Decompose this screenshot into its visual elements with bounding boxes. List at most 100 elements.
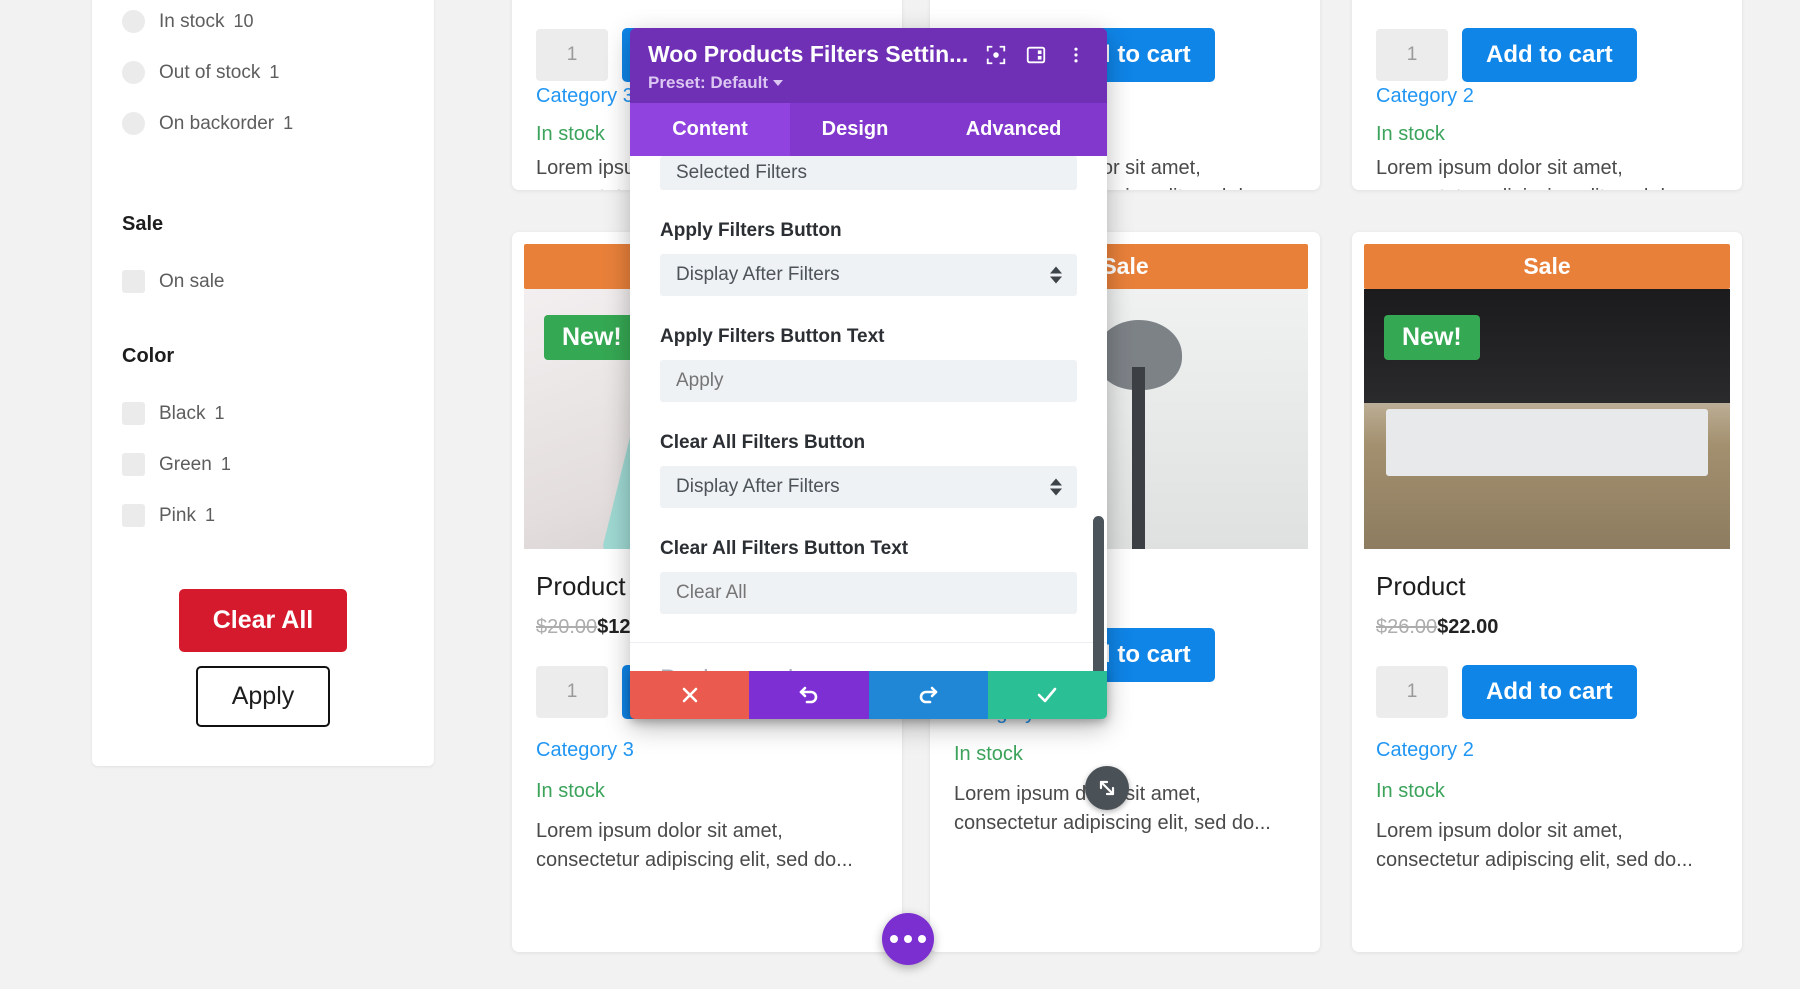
preset-selector[interactable]: Preset: Default <box>648 73 1089 93</box>
product-title: Product <box>1376 571 1466 601</box>
filter-option-count: 10 <box>233 11 254 31</box>
quantity-input[interactable] <box>1376 29 1448 81</box>
woo-products-filters-settings-modal[interactable]: Woo Products Filters Settin... Preset: D… <box>630 28 1107 719</box>
selected-filters-field[interactable]: Selected Filters <box>660 156 1077 190</box>
price-original: $20.00 <box>536 616 598 638</box>
tab-content[interactable]: Content <box>630 103 790 156</box>
field-label: Apply Filters Button <box>660 220 842 241</box>
apply-filters-button-text-input[interactable] <box>660 360 1077 402</box>
new-badge: New! <box>544 315 640 360</box>
checkbox-icon[interactable] <box>122 453 145 476</box>
layout-panel-icon[interactable] <box>1023 42 1049 68</box>
filter-option-label: On sale <box>159 270 225 292</box>
select-arrows-icon <box>1050 266 1062 284</box>
clear-all-button[interactable]: Clear All <box>178 589 348 652</box>
checkbox-icon[interactable] <box>122 402 145 425</box>
filter-option-on-backorder[interactable]: On backorder 1 <box>122 112 434 135</box>
check-icon <box>1038 687 1057 703</box>
field-label: Clear All Filters Button <box>660 432 866 453</box>
filter-option-label: On backorder <box>159 112 275 134</box>
filter-option-out-of-stock[interactable]: Out of stock 1 <box>122 61 434 84</box>
resize-handle-icon[interactable] <box>1085 766 1129 810</box>
filter-option-pink[interactable]: Pink 1 <box>122 504 434 527</box>
product-category-link[interactable]: Category 2 <box>1352 85 1498 108</box>
quantity-input[interactable] <box>536 29 608 81</box>
chevron-down-icon <box>772 80 783 86</box>
filter-option-count: 1 <box>204 505 215 525</box>
redo-button[interactable] <box>868 671 988 719</box>
focus-target-icon[interactable] <box>983 42 1009 68</box>
filter-option-label: Green <box>159 453 212 475</box>
product-category-link[interactable]: Category 3 <box>512 739 902 762</box>
color-filter-group: Color Black 1 Green 1 Pink 1 <box>92 345 434 527</box>
new-badge: New! <box>1384 315 1480 360</box>
undo-button[interactable] <box>749 671 869 719</box>
modal-tabbar: Content Design Advanced <box>630 103 1107 156</box>
select-value: Display After Filters <box>676 264 840 285</box>
filters-sidebar: In stock 10 Out of stock 1 On backorder … <box>92 0 434 766</box>
filter-option-label: Black <box>159 402 206 424</box>
filter-option-label: Pink <box>159 504 196 526</box>
filter-option-in-stock[interactable]: In stock 10 <box>122 10 434 33</box>
save-button[interactable] <box>987 671 1107 719</box>
quantity-input[interactable] <box>1376 666 1448 718</box>
accordion-label: Background <box>660 665 793 671</box>
more-options-icon[interactable] <box>882 913 934 965</box>
sale-filter-group: Sale On sale <box>92 213 434 293</box>
modal-body: Selected Filters Apply Filters Button Di… <box>630 156 1107 671</box>
product-category-link[interactable]: Category 2 <box>1352 739 1742 762</box>
product-stock-status: In stock <box>536 123 605 145</box>
clear-all-filters-button-text-field: Clear All Filters Button Text <box>630 538 1107 642</box>
page-canvas: In stock 10 Out of stock 1 On backorder … <box>0 0 1800 989</box>
filter-option-count: 1 <box>283 113 294 133</box>
select-arrows-icon <box>1050 478 1062 496</box>
product-card[interactable]: Add to cart Category 2 In stock Lorem ip… <box>1352 0 1742 190</box>
preset-label: Preset: Default <box>648 73 768 92</box>
checkbox-icon[interactable] <box>122 504 145 527</box>
selected-filters-value: Selected Filters <box>676 162 807 183</box>
quantity-input[interactable] <box>536 666 608 718</box>
discard-button[interactable] <box>630 671 750 719</box>
clear-all-filters-button-text-input[interactable] <box>660 572 1077 614</box>
filter-option-on-sale[interactable]: On sale <box>122 270 434 293</box>
field-label: Apply Filters Button Text <box>660 326 885 347</box>
sale-section-title: Sale <box>122 213 164 235</box>
apply-button[interactable]: Apply <box>195 666 331 727</box>
clear-all-filters-button-select[interactable]: Display After Filters <box>660 466 1077 508</box>
select-value: Display After Filters <box>676 476 840 497</box>
product-description: Lorem ipsum dolor sit amet, consectetur … <box>1376 157 1693 190</box>
filter-option-green[interactable]: Green 1 <box>122 453 434 476</box>
radio-toggle-icon[interactable] <box>122 10 145 33</box>
modal-action-bar <box>630 671 1107 719</box>
clear-all-filters-button-field: Clear All Filters Button Display After F… <box>630 432 1107 508</box>
filter-actions: Clear All Apply <box>92 589 434 727</box>
radio-toggle-icon[interactable] <box>122 61 145 84</box>
checkbox-icon[interactable] <box>122 270 145 293</box>
price-original: $26.00 <box>1376 616 1438 638</box>
tab-advanced[interactable]: Advanced <box>920 103 1107 156</box>
modal-scrollbar[interactable] <box>1093 516 1104 671</box>
tab-design[interactable]: Design <box>790 103 920 156</box>
close-icon <box>682 687 697 703</box>
filter-option-label: In stock <box>159 10 225 32</box>
color-section-title: Color <box>122 345 175 367</box>
sale-ribbon: Sale <box>1364 244 1730 289</box>
apply-filters-button-field: Apply Filters Button Display After Filte… <box>630 220 1107 296</box>
filter-option-count: 1 <box>214 403 225 423</box>
background-accordion[interactable]: Background <box>630 642 1107 671</box>
product-card[interactable]: Sale New! Product $26.00$22.00 Add to ca… <box>1352 232 1742 952</box>
field-label: Clear All Filters Button Text <box>660 538 909 559</box>
add-to-cart-button[interactable]: Add to cart <box>1462 665 1637 719</box>
apply-filters-button-select[interactable]: Display After Filters <box>660 254 1077 296</box>
add-to-cart-button[interactable]: Add to cart <box>1462 28 1637 82</box>
filter-option-black[interactable]: Black 1 <box>122 402 434 425</box>
modal-title: Woo Products Filters Settin... <box>648 41 969 67</box>
product-stock-status: In stock <box>1376 780 1445 802</box>
radio-toggle-icon[interactable] <box>122 112 145 135</box>
product-stock-status: In stock <box>954 743 1023 765</box>
kebab-menu-icon[interactable] <box>1063 42 1089 68</box>
product-stock-status: In stock <box>536 780 605 802</box>
product-thumbnail[interactable]: New! <box>1364 289 1730 549</box>
filter-option-count: 1 <box>220 454 231 474</box>
chevron-down-icon <box>1051 660 1082 671</box>
